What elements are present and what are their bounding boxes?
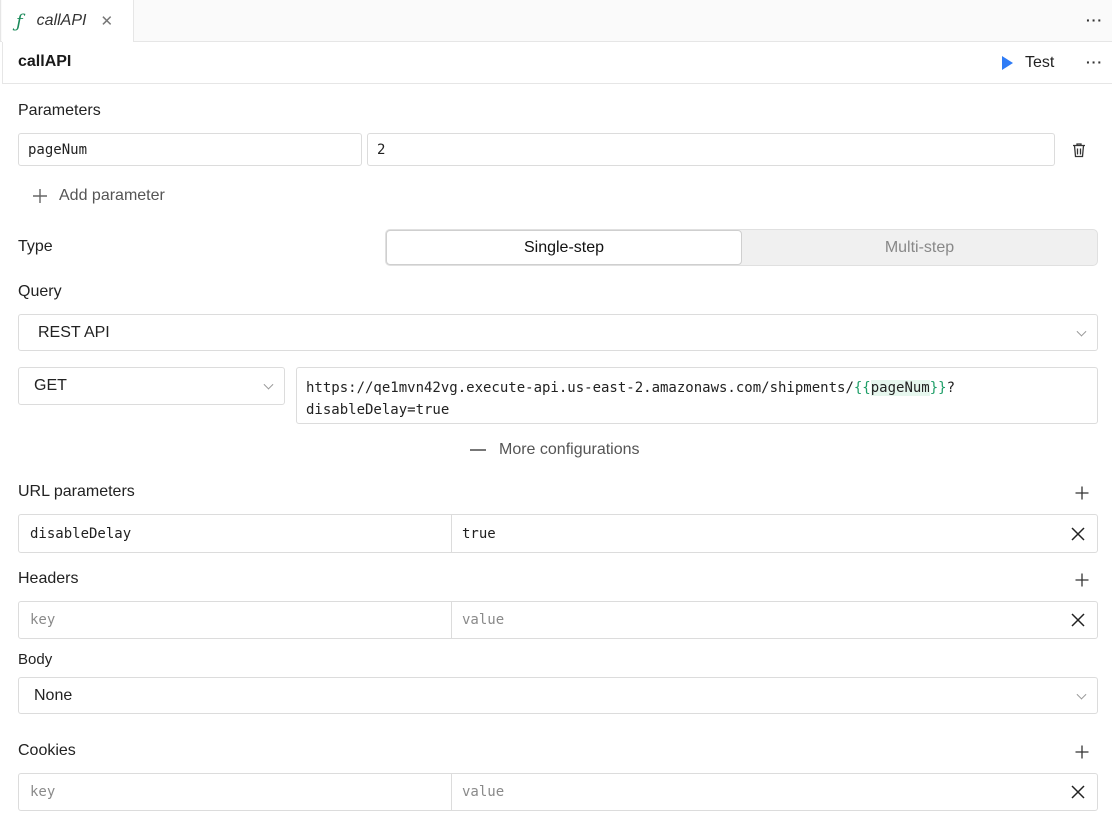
parameters-label: Parameters xyxy=(18,102,101,119)
url-parameter-row: disableDelay true xyxy=(18,514,1098,553)
add-url-parameter-icon[interactable] xyxy=(1075,486,1089,500)
template-open: {{ xyxy=(853,380,871,396)
body-label: Body xyxy=(18,651,53,668)
remove-icon[interactable] xyxy=(1071,613,1085,627)
add-cookie-icon[interactable] xyxy=(1075,745,1089,759)
resource-value: REST API xyxy=(38,323,110,341)
trash-icon[interactable] xyxy=(1072,142,1086,158)
body-type-value: None xyxy=(34,686,73,704)
method-select[interactable]: GET xyxy=(18,367,285,405)
parameter-name-value: pageNum xyxy=(28,141,88,158)
header-row: key value xyxy=(18,601,1098,639)
url-param-key[interactable]: disableDelay xyxy=(30,515,131,552)
body-type-select[interactable]: None xyxy=(18,677,1098,714)
query-header xyxy=(2,42,1112,84)
tab-callapi[interactable]: ƒ callAPI ✕ xyxy=(2,0,134,42)
remove-icon[interactable] xyxy=(1071,526,1085,541)
tabbar-more-icon[interactable]: ··· xyxy=(1086,12,1103,28)
tab-bar xyxy=(0,0,1112,42)
cookie-row: key value xyxy=(18,773,1098,811)
chevron-down-icon xyxy=(263,379,274,390)
query-title: callAPI xyxy=(18,53,72,70)
url-suffix: ? xyxy=(946,380,956,396)
header-more-icon[interactable]: ··· xyxy=(1086,54,1103,70)
url-prefix: https://qe1mvn42vg.execute-api.us-east-2… xyxy=(306,380,854,396)
function-icon: ƒ xyxy=(16,10,23,32)
parameter-value-text: 2 xyxy=(377,141,386,158)
play-icon xyxy=(1002,56,1013,70)
collapse-icon xyxy=(470,449,486,451)
type-option-single-step[interactable]: Single-step xyxy=(386,230,742,265)
chevron-down-icon xyxy=(1076,326,1087,337)
url-parameters-label: URL parameters xyxy=(18,483,135,500)
more-configurations-toggle[interactable]: More configurations xyxy=(470,441,640,459)
url-line2: disableDelay=true xyxy=(306,402,450,418)
header-value-input[interactable]: value xyxy=(462,602,504,638)
headers-label: Headers xyxy=(18,570,79,587)
resource-select[interactable]: REST API xyxy=(18,314,1098,351)
add-parameter-button[interactable]: Add parameter xyxy=(32,187,165,205)
more-configurations-label: More configurations xyxy=(499,441,640,458)
template-variable: pageNum xyxy=(870,380,930,396)
remove-icon[interactable] xyxy=(1071,785,1085,799)
cookie-value-input[interactable]: value xyxy=(462,774,504,810)
close-icon[interactable]: ✕ xyxy=(100,12,113,30)
test-button[interactable]: Test xyxy=(1002,52,1054,74)
header-key-input[interactable]: key xyxy=(30,602,55,638)
cookies-label: Cookies xyxy=(18,742,76,759)
url-param-value[interactable]: true xyxy=(462,515,496,552)
add-header-icon[interactable] xyxy=(1075,573,1089,587)
add-parameter-label: Add parameter xyxy=(59,187,165,204)
cookie-key-input[interactable]: key xyxy=(30,774,55,810)
tab-label: callAPI xyxy=(36,12,87,29)
parameter-name-input[interactable]: pageNum xyxy=(18,133,362,166)
chevron-down-icon xyxy=(1076,689,1087,700)
type-label: Type xyxy=(18,238,53,255)
plus-icon xyxy=(33,189,47,203)
query-label: Query xyxy=(18,283,62,300)
type-option-multi-step[interactable]: Multi-step xyxy=(742,230,1097,265)
url-input[interactable]: https://qe1mvn42vg.execute-api.us-east-2… xyxy=(296,367,1098,424)
method-value: GET xyxy=(34,377,67,394)
parameter-value-input[interactable]: 2 xyxy=(367,133,1055,166)
test-label: Test xyxy=(1025,54,1055,71)
template-close: }} xyxy=(929,380,947,396)
